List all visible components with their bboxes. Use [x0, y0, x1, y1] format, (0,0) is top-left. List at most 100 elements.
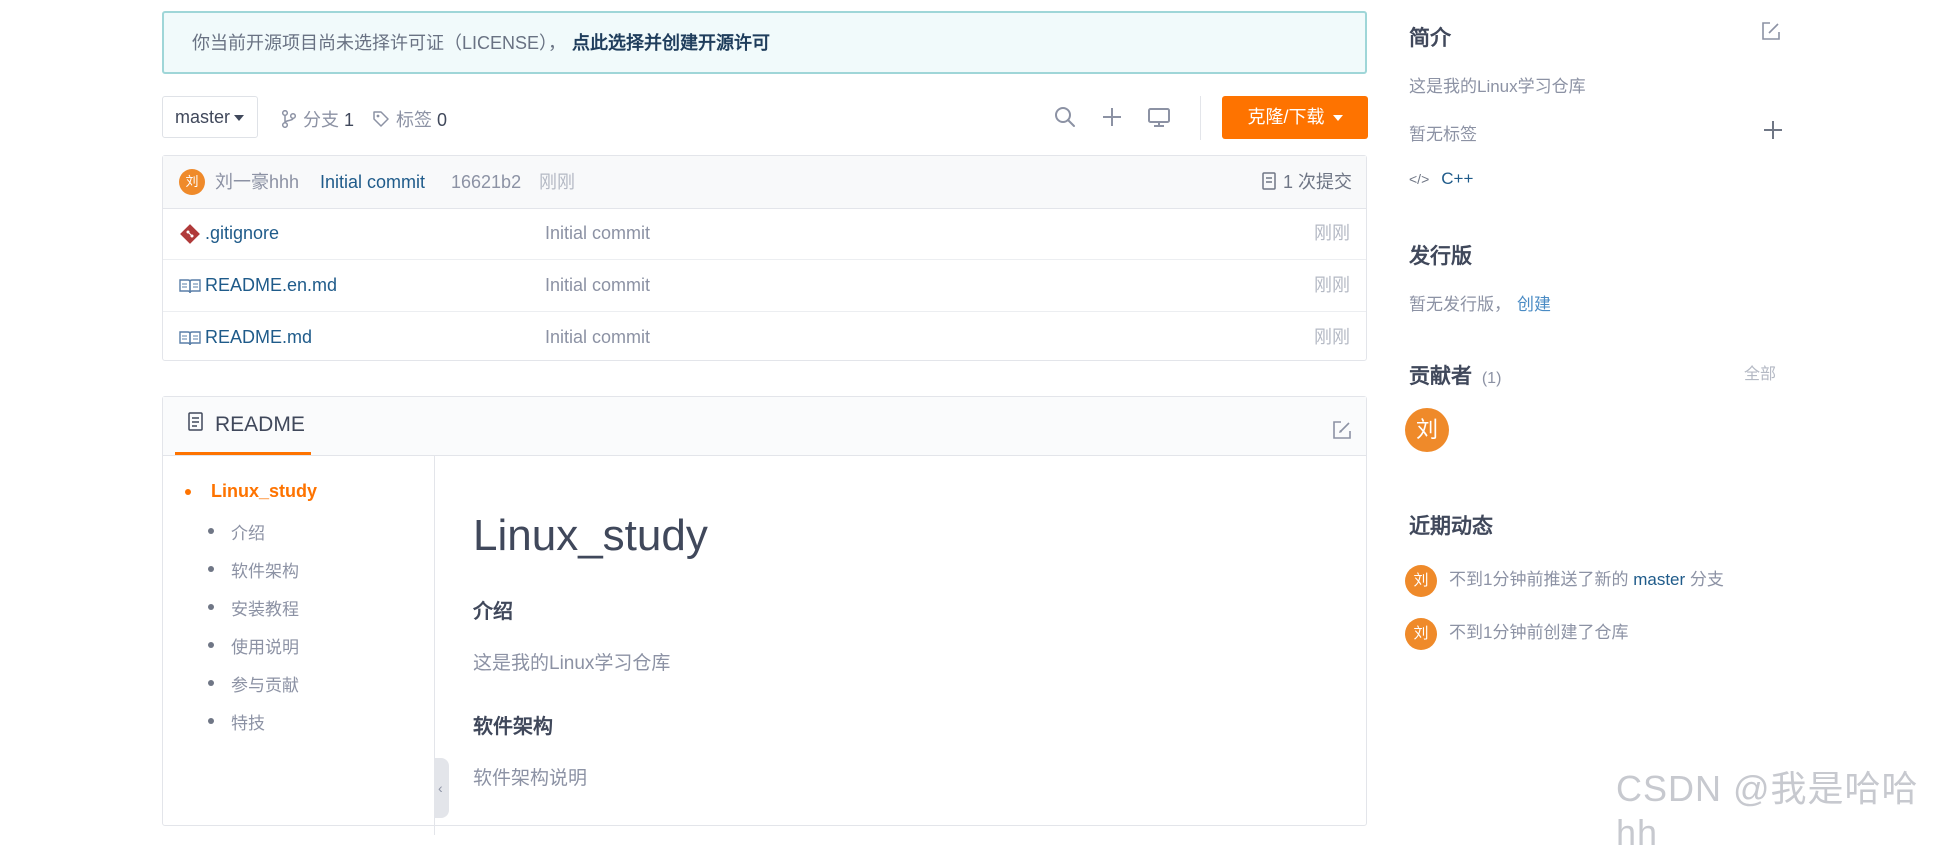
language-label: C++	[1441, 169, 1474, 188]
activity-text: 不到1分钟前创建了仓库	[1449, 623, 1629, 642]
commit-time: 刚刚	[539, 172, 575, 192]
code-icon: </>	[1409, 171, 1430, 187]
create-license-link[interactable]: 点此选择并创建开源许可	[572, 33, 770, 53]
branch-icon	[281, 109, 297, 129]
activity-text: 不到1分钟前推送了新的	[1449, 570, 1629, 589]
toc-item[interactable]: 介绍	[231, 519, 265, 544]
readme-tab-label: README	[215, 413, 305, 436]
tags-label: 标签	[396, 110, 432, 130]
readme-heading: 软件架构	[473, 716, 553, 738]
contributors-count: (1)	[1481, 370, 1502, 387]
readme-heading: 介绍	[473, 601, 513, 623]
toc-collapse-handle[interactable]: ‹	[435, 758, 449, 818]
file-commit-message[interactable]: Initial commit	[545, 260, 650, 311]
branch-select[interactable]: master	[162, 96, 258, 138]
book-icon	[179, 331, 201, 346]
toc-bullet	[185, 489, 191, 495]
latest-commit-bar: 刘 刘一豪hhh Initial commit 16621b2 刚刚 1 次提交	[163, 156, 1366, 209]
chevron-left-icon: ‹	[438, 780, 443, 796]
contributors-all-link[interactable]: 全部	[1744, 360, 1776, 384]
activity-title: 近期动态	[1409, 515, 1493, 538]
chevron-down-icon	[1332, 115, 1343, 122]
file-list: 刘 刘一豪hhh Initial commit 16621b2 刚刚 1 次提交…	[162, 155, 1367, 361]
toc-item[interactable]: 使用说明	[231, 633, 299, 658]
file-time: 刚刚	[1314, 275, 1350, 295]
branches-link[interactable]: 分支 1	[281, 106, 354, 132]
release-title: 发行版	[1409, 245, 1472, 268]
commit-hash[interactable]: 16621b2	[451, 156, 521, 208]
git-icon	[180, 224, 200, 244]
activity-avatar[interactable]: 刘	[1405, 564, 1437, 597]
contributors-title: 贡献者 (1)	[1409, 360, 1501, 390]
language-link[interactable]: </> C++	[1409, 169, 1473, 189]
watermark: CSDN @我是哈哈hh	[1616, 768, 1919, 853]
readme-paragraph: 软件架构说明	[473, 768, 588, 789]
commit-message[interactable]: Initial commit	[320, 156, 425, 208]
plus-icon[interactable]	[1099, 104, 1125, 130]
file-commit-message[interactable]: Initial commit	[545, 312, 650, 363]
tags-link[interactable]: 标签 0	[372, 106, 447, 132]
readme-toc: Linux_study 介绍 软件架构 安装教程 使用说明 参与贡献 特技 ‹	[163, 455, 449, 835]
toc-item[interactable]: 软件架构	[231, 557, 299, 582]
intro-title: 简介	[1409, 27, 1451, 50]
branches-count: 1	[344, 110, 355, 130]
toc-bullet	[208, 718, 214, 724]
toolbar-divider	[1200, 96, 1201, 140]
toc-item[interactable]: 安装教程	[231, 595, 299, 620]
search-icon[interactable]	[1052, 104, 1078, 130]
toc-bullet	[208, 604, 214, 610]
clone-download-button[interactable]: 克隆/下载	[1222, 96, 1368, 139]
activity-item: 刘不到1分钟前推送了新的 master 分支	[1405, 564, 1724, 597]
activity-avatar[interactable]: 刘	[1405, 617, 1437, 650]
readme-header: README	[163, 397, 1366, 456]
readme-paragraph: 这是我的Linux学习仓库	[473, 653, 671, 674]
add-tag-icon[interactable]	[1762, 119, 1784, 141]
branches-label: 分支	[303, 110, 339, 130]
monitor-icon[interactable]	[1146, 104, 1172, 130]
toc-item[interactable]: 特技	[231, 709, 265, 734]
create-release-link[interactable]: 创建	[1517, 295, 1551, 314]
toc-bullet	[208, 642, 214, 648]
contributor-avatar[interactable]: 刘	[1405, 408, 1449, 452]
file-time: 刚刚	[1314, 327, 1350, 347]
file-time: 刚刚	[1314, 223, 1350, 243]
edit-icon[interactable]	[1331, 419, 1353, 441]
toc-item-root[interactable]: Linux_study	[211, 481, 317, 502]
toc-item[interactable]: 参与贡献	[231, 671, 299, 696]
file-row[interactable]: README.en.md Initial commit 刚刚	[163, 260, 1366, 312]
document-icon	[1262, 172, 1276, 190]
activity-branch-link[interactable]: master	[1633, 570, 1685, 589]
toc-bullet	[208, 680, 214, 686]
toc-bullet	[208, 566, 214, 572]
document-icon	[188, 412, 203, 431]
file-row[interactable]: .gitignore Initial commit 刚刚	[163, 208, 1366, 260]
intro-description: 这是我的Linux学习仓库	[1409, 77, 1586, 96]
activity-item: 刘不到1分钟前创建了仓库	[1405, 617, 1628, 650]
file-name[interactable]: README.md	[205, 312, 312, 363]
tab-readme[interactable]: README	[175, 397, 311, 455]
contributors-label: 贡献者	[1409, 365, 1472, 388]
clone-download-label: 克隆/下载	[1247, 107, 1325, 127]
commit-count-link[interactable]: 1 次提交	[1261, 156, 1352, 208]
file-row[interactable]: README.md Initial commit 刚刚	[163, 312, 1366, 363]
file-commit-message[interactable]: Initial commit	[545, 208, 650, 259]
license-notice-text: 你当前开源项目尚未选择许可证（LICENSE），	[192, 33, 567, 53]
chevron-down-icon	[234, 115, 245, 122]
release-info: 暂无发行版， 创建	[1409, 290, 1551, 315]
edit-icon[interactable]	[1760, 20, 1782, 42]
release-text: 暂无发行版，	[1409, 295, 1511, 314]
book-icon	[179, 279, 201, 294]
toc-bullet	[208, 528, 214, 534]
file-name[interactable]: README.en.md	[205, 260, 337, 311]
readme-panel: README Linux_study 介绍 软件架构 安装教程 使用说明 参与贡…	[162, 396, 1367, 835]
no-tags-text: 暂无标签	[1409, 125, 1477, 144]
readme-title: Linux_study	[473, 511, 708, 560]
branch-name: master	[175, 107, 231, 127]
commit-count: 1 次提交	[1282, 172, 1352, 192]
file-name[interactable]: .gitignore	[205, 208, 279, 259]
tags-count: 0	[437, 110, 448, 130]
author-avatar[interactable]: 刘	[179, 169, 205, 195]
tag-icon	[373, 111, 389, 127]
commit-author[interactable]: 刘一豪hhh	[215, 156, 299, 208]
activity-text: 分支	[1689, 570, 1724, 589]
